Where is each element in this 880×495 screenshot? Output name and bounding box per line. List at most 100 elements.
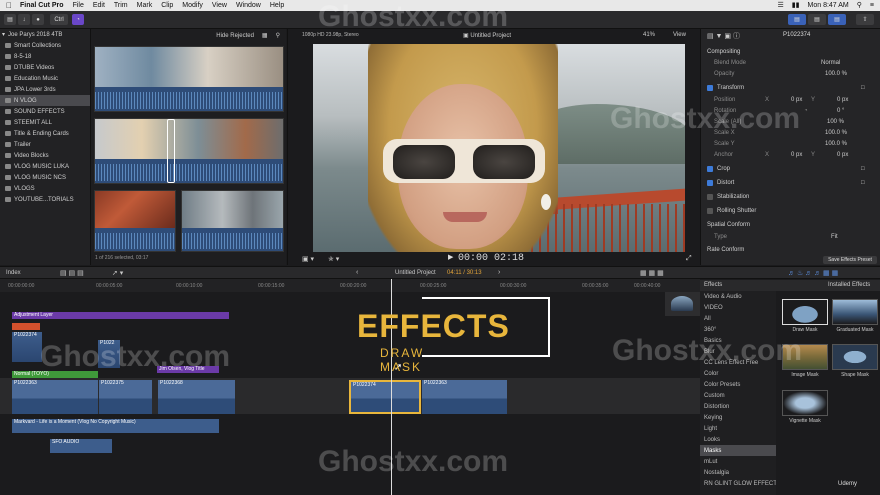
effects-category[interactable]: Keying — [700, 412, 776, 423]
filter-dropdown[interactable]: Hide Rejected — [216, 33, 254, 39]
transform-checkbox[interactable] — [707, 85, 713, 91]
sfx-audio-clip[interactable]: SFO AUDIO — [50, 439, 112, 453]
timecode-display[interactable]: 00:00 02:18 — [458, 253, 524, 264]
browser-clip[interactable] — [94, 190, 176, 252]
library-item[interactable]: Trailer — [0, 139, 90, 150]
clock[interactable]: Mon 8:47 AM — [808, 2, 849, 9]
anchor-x[interactable]: 0 px — [791, 152, 802, 158]
storyline-clip[interactable]: P1022363 — [422, 380, 507, 414]
import-icon[interactable]: ↓ — [18, 14, 30, 25]
library-item[interactable]: 8-5-18 — [0, 51, 90, 62]
library-item[interactable]: JPA Lower 3rds — [0, 84, 90, 95]
back-icon[interactable]: ‹ — [356, 269, 358, 276]
stabilization-checkbox[interactable] — [707, 194, 713, 200]
browser-toggle-icon[interactable]: ▤ — [788, 14, 806, 25]
storyline-clip[interactable]: P1022363 — [12, 380, 98, 414]
position-y[interactable]: 0 px — [837, 97, 848, 103]
effects-category[interactable]: Color — [700, 368, 776, 379]
title-clip[interactable] — [12, 323, 40, 330]
storyline-clip[interactable]: P1022375 — [99, 380, 152, 414]
library-item[interactable]: STEEMIT ALL — [0, 117, 90, 128]
scale-y-value[interactable]: 100.0 % — [825, 141, 847, 147]
library-toggle-icon[interactable]: ▤ — [4, 14, 16, 25]
index-button[interactable]: Index — [6, 270, 21, 276]
storyline-clip-selected[interactable]: P1022374 — [349, 380, 421, 414]
edit-tools-icon[interactable]: ▤ ▤ ▤ — [60, 269, 84, 277]
installed-effects-dropdown[interactable]: Installed Effects — [828, 282, 870, 288]
list-icon[interactable]: ≡ — [870, 2, 874, 9]
effects-category[interactable]: mLut — [700, 456, 776, 467]
effects-category[interactable]: Nostalgia — [700, 467, 776, 478]
library-item[interactable]: Video Blocks — [0, 150, 90, 161]
effects-category-selected[interactable]: Masks — [700, 445, 776, 456]
effects-category[interactable]: Distortion — [700, 401, 776, 412]
distort-tool-icon[interactable]: □ — [861, 180, 865, 186]
scale-x-value[interactable]: 100.0 % — [825, 130, 847, 136]
menu-mark[interactable]: Mark — [137, 2, 153, 9]
distort-section[interactable]: Distort □ — [701, 177, 880, 189]
menu-edit[interactable]: Edit — [93, 2, 105, 9]
disclosure-icon[interactable]: ▾ — [2, 31, 5, 38]
distort-checkbox[interactable] — [707, 180, 713, 186]
play-icon[interactable]: ▶ — [448, 253, 453, 261]
enhance-icon[interactable]: ✯ ▾ — [328, 255, 339, 263]
effects-category[interactable]: Custom — [700, 390, 776, 401]
library-item[interactable]: YOUTUBE...TORIALS — [0, 194, 90, 205]
anchor-y[interactable]: 0 px — [837, 152, 848, 158]
menu-app-name[interactable]: Final Cut Pro — [20, 2, 64, 9]
keyword-button[interactable]: Ctrl — [50, 14, 68, 25]
connected-clip[interactable]: P1022374 — [12, 332, 42, 362]
library-item[interactable]: VLOG MUSIC NCS — [0, 172, 90, 183]
forward-icon[interactable]: › — [498, 269, 500, 276]
library-item[interactable]: VLOGS — [0, 183, 90, 194]
type-dropdown[interactable]: Fit — [831, 234, 838, 240]
transform-section[interactable]: Transform □ — [701, 82, 880, 94]
stabilization-section[interactable]: Stabilization — [701, 191, 880, 203]
menu-trim[interactable]: Trim — [114, 2, 128, 9]
crop-checkbox[interactable] — [707, 166, 713, 172]
library-item[interactable]: SOUND EFFECTS — [0, 106, 90, 117]
library-item[interactable]: VLOG MUSIC LUKA — [0, 161, 90, 172]
save-effects-preset-button[interactable]: Save Effects Preset — [823, 256, 877, 264]
effect-draw-mask[interactable]: Draw Mask — [782, 299, 828, 333]
battery-icon[interactable]: ▮▮ — [792, 1, 800, 9]
rolling-shutter-checkbox[interactable] — [707, 208, 713, 214]
effect-shape-mask[interactable]: Shape Mask — [832, 344, 878, 378]
crop-section[interactable]: Crop □ — [701, 163, 880, 175]
spatial-conform-section[interactable]: Spatial Conform — [701, 219, 880, 231]
browser-clip[interactable] — [181, 190, 284, 252]
library-item[interactable]: Smart Collections — [0, 40, 90, 51]
menu-file[interactable]: File — [73, 2, 84, 9]
storyline-clip[interactable]: P1022368 — [158, 380, 235, 414]
inspector-tab-icons[interactable]: ▤ ▼ ▣ ⓘ — [707, 31, 740, 41]
video-frame[interactable] — [313, 44, 685, 252]
crop-tool-icon[interactable]: □ — [861, 166, 865, 172]
opacity-value[interactable]: 100.0 % — [825, 71, 847, 77]
search-icon[interactable]: ⚲ — [276, 32, 280, 39]
rotation-value[interactable]: 0 ° — [837, 108, 844, 114]
inspector-toggle-icon[interactable]: ▤ — [828, 14, 846, 25]
library-item[interactable]: Title & Ending Cards — [0, 128, 90, 139]
search-icon[interactable]: ⚲ — [857, 1, 862, 9]
effect-graduated-mask[interactable]: Graduated Mask — [832, 299, 878, 333]
rotation-dial-icon[interactable]: ◔ — [804, 108, 808, 114]
browser-clip[interactable] — [94, 46, 284, 112]
effect-vignette-mask[interactable]: Vignette Mask — [782, 390, 828, 424]
fullscreen-icon[interactable]: ⤢ — [686, 255, 692, 263]
menu-clip[interactable]: Clip — [161, 2, 173, 9]
menu-help[interactable]: Help — [270, 2, 284, 9]
select-tool-icon[interactable]: ➚ ▾ — [112, 269, 123, 277]
share-icon[interactable]: ⇧ — [856, 14, 874, 25]
skimmer-selection[interactable] — [167, 119, 175, 183]
zoom-dropdown[interactable]: 41% — [643, 32, 655, 38]
clip-appearance-icon[interactable]: ▦ — [262, 32, 268, 39]
effects-category[interactable]: Video & Audio — [700, 291, 776, 302]
wifi-icon[interactable]: ☰ — [778, 1, 784, 9]
effects-category[interactable]: RN GLINT GLOW EFFECT — [700, 478, 777, 489]
menu-modify[interactable]: Modify — [182, 2, 203, 9]
viewer-options-icon[interactable]: ▣ ▾ — [302, 255, 314, 263]
apple-icon[interactable]:  — [6, 1, 12, 10]
audio-skimming-icon[interactable]: ♬ ♨ ♬ ♬ ▦ ▦ — [788, 269, 838, 277]
effects-category[interactable]: Color Presets — [700, 379, 776, 390]
effects-category[interactable]: Light — [700, 423, 776, 434]
